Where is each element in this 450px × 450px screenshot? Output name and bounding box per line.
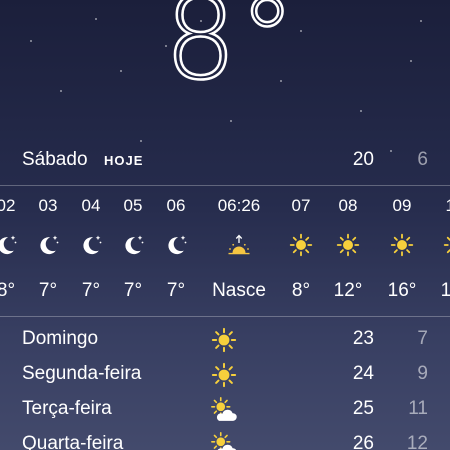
day-low-temp: 9 xyxy=(417,363,428,384)
hour-time-label: 06:26 xyxy=(217,196,261,215)
hourly-item: 09 16° xyxy=(372,187,432,315)
sun-icon xyxy=(390,233,414,257)
today-low-temp: 6 xyxy=(417,149,428,170)
daily-row: Segunda-feira 24 9 xyxy=(0,359,450,389)
hour-temp-label: Nasce xyxy=(212,280,266,301)
sun-icon xyxy=(211,362,237,388)
daily-row: Domingo 23 7 xyxy=(0,324,450,354)
today-day-label: Sábado xyxy=(22,149,88,170)
hourly-item: 08 12° xyxy=(318,187,378,315)
hour-temp-label: 7° xyxy=(166,280,186,301)
moon-stars-icon xyxy=(79,233,103,257)
today-summary-row: Sábado HOJE 20 6 xyxy=(0,146,450,176)
day-high-temp: 23 xyxy=(352,328,374,349)
day-high-temp: 26 xyxy=(352,433,374,450)
moon-stars-icon xyxy=(164,233,188,257)
day-name-label: Terça-feira xyxy=(22,398,112,419)
partly-cloudy-icon xyxy=(211,432,237,450)
hour-temp-label: 16° xyxy=(387,280,417,301)
partly-cloudy-icon xyxy=(211,397,237,423)
sun-icon xyxy=(443,233,450,257)
day-low-temp: 7 xyxy=(417,328,428,349)
day-name-label: Domingo xyxy=(22,328,99,349)
day-low-temp: 11 xyxy=(408,398,428,419)
hour-temp-label: 12° xyxy=(333,280,363,301)
moon-stars-icon xyxy=(121,233,145,257)
day-low-temp: 12 xyxy=(406,433,428,450)
sun-icon xyxy=(289,233,313,257)
divider-bottom xyxy=(0,316,450,317)
day-name-label: Quarta-feira xyxy=(22,433,124,450)
moon-stars-icon xyxy=(0,233,18,257)
day-high-temp: 24 xyxy=(352,363,374,384)
sun-icon xyxy=(211,327,237,353)
hour-time-label: 09 xyxy=(392,196,412,215)
hour-time-label: 06 xyxy=(166,196,186,215)
today-high-temp: 20 xyxy=(352,149,374,170)
hour-temp-label: 18° xyxy=(440,280,450,301)
sunrise-icon xyxy=(227,233,251,257)
divider-top xyxy=(0,185,450,186)
daily-row: Quarta-feira 26 12 xyxy=(0,429,450,450)
hour-time-label: 10 xyxy=(425,196,450,216)
hourly-item: 10 18° xyxy=(425,187,450,315)
day-name-label: Segunda-feira xyxy=(22,363,142,384)
hour-time-label: 08 xyxy=(338,196,358,215)
hourly-item: 06:26 Nasce xyxy=(209,187,269,315)
moon-stars-icon xyxy=(36,233,60,257)
hourly-item: 06 7° xyxy=(146,187,206,315)
sun-icon xyxy=(336,233,360,257)
star-dot xyxy=(230,120,232,122)
today-badge: HOJE xyxy=(104,153,144,168)
star-dot xyxy=(140,140,142,142)
daily-row: Terça-feira 25 11 xyxy=(0,394,450,424)
current-temperature: 8° xyxy=(163,0,298,106)
day-high-temp: 25 xyxy=(352,398,374,419)
star-dot xyxy=(360,110,362,112)
